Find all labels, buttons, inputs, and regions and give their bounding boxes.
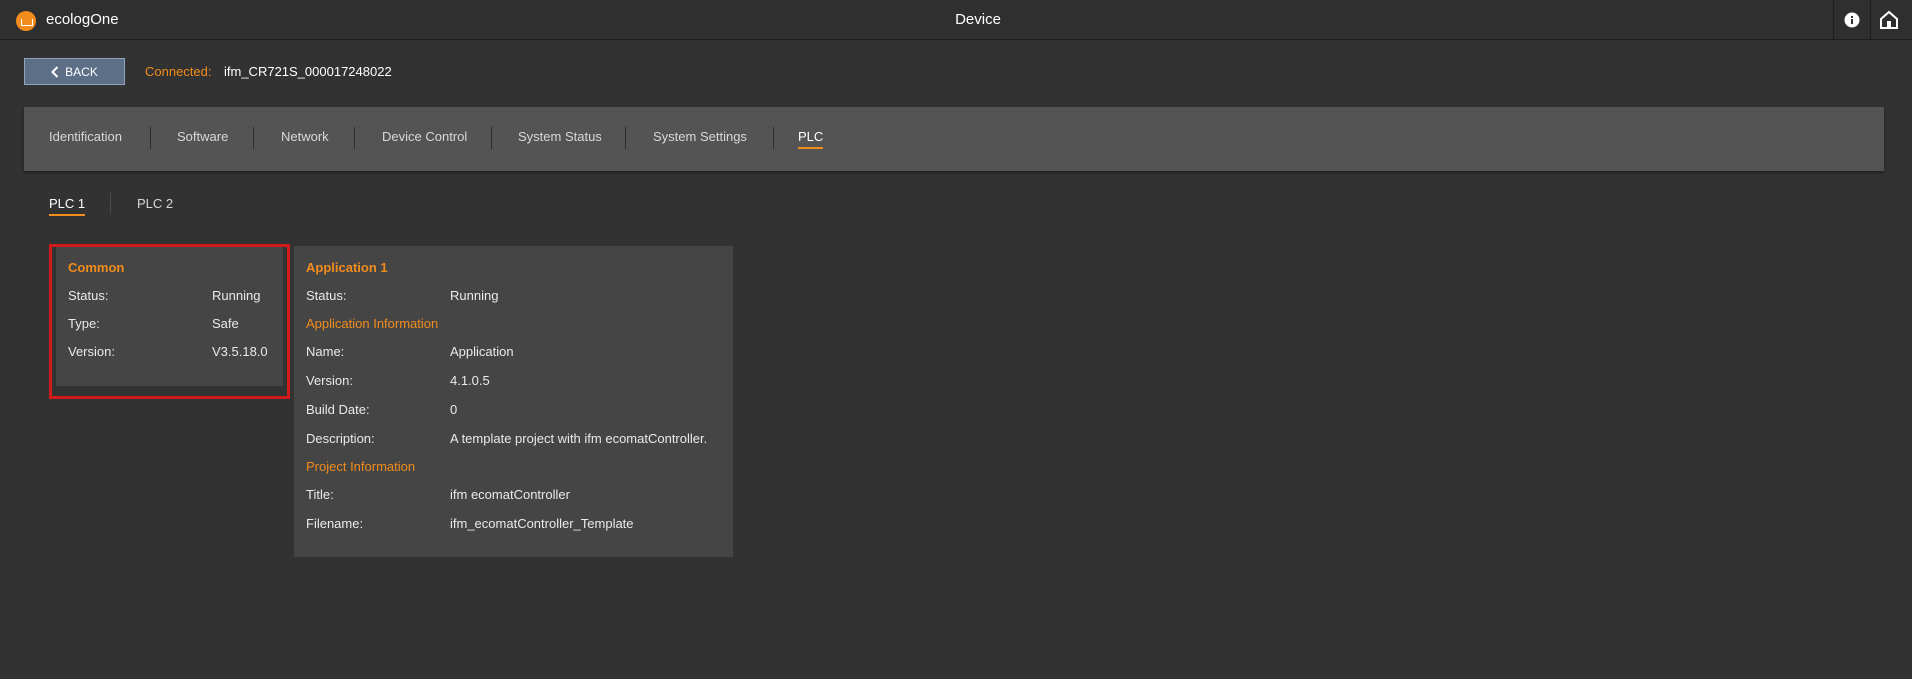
- connected-device: ifm_CR721S_000017248022: [224, 64, 392, 79]
- app-name-label: Name:: [306, 344, 345, 359]
- project-filename-value: ifm_ecomatController_Template: [450, 516, 634, 531]
- home-icon: [1879, 10, 1898, 29]
- project-title-value: ifm ecomatController: [450, 487, 570, 502]
- home-button[interactable]: [1870, 0, 1906, 40]
- tab-system-status[interactable]: System Status: [518, 129, 602, 144]
- device-tabs: Identification Software Network Device C…: [24, 107, 1884, 171]
- project-title-label: Title:: [306, 487, 334, 502]
- app-build-date-value: 0: [450, 402, 458, 417]
- app-status-value: Running: [450, 288, 499, 303]
- project-filename-label: Filename:: [306, 516, 364, 531]
- tab-divider: [150, 127, 151, 149]
- subtab-plc-2[interactable]: PLC 2: [137, 196, 173, 211]
- subtab-divider: [110, 193, 111, 213]
- app-version-value: 4.1.0.5: [450, 373, 490, 388]
- application-title: Application 1: [306, 260, 388, 275]
- subtab-plc-1[interactable]: PLC 1: [49, 196, 86, 216]
- window-title: Device: [955, 11, 1001, 28]
- highlight-box: [49, 244, 290, 399]
- back-button-label: BACK: [65, 64, 98, 79]
- title-bar: ecologOne Device: [0, 0, 1912, 40]
- tab-divider: [253, 127, 254, 149]
- tab-divider: [354, 127, 355, 149]
- application-panel: Application 1 Status: Running Applicatio…: [294, 246, 733, 557]
- tab-device-control[interactable]: Device Control: [382, 129, 467, 144]
- application-information-heading: Application Information: [306, 316, 439, 331]
- tab-network[interactable]: Network: [281, 129, 329, 144]
- app-version-label: Version:: [306, 373, 353, 388]
- tab-divider: [491, 127, 492, 149]
- tab-software[interactable]: Software: [177, 129, 228, 144]
- project-information-heading: Project Information: [306, 459, 416, 474]
- chevron-left-icon: [51, 65, 59, 78]
- tab-system-settings[interactable]: System Settings: [653, 129, 747, 144]
- tab-identification[interactable]: Identification: [49, 129, 122, 144]
- app-description-label: Description:: [306, 431, 375, 446]
- app-description-value: A template project with ifm ecomatContro…: [450, 431, 708, 446]
- app-name-value: Application: [450, 344, 514, 359]
- app-build-date-label: Build Date:: [306, 402, 370, 417]
- back-button[interactable]: BACK: [24, 58, 125, 85]
- info-icon: [1844, 12, 1859, 28]
- tab-divider: [773, 127, 774, 149]
- connection-label: Connected:: [145, 64, 212, 79]
- info-button[interactable]: [1833, 0, 1869, 40]
- tab-divider: [625, 127, 626, 149]
- app-status-label: Status:: [306, 288, 347, 303]
- tab-plc[interactable]: PLC: [798, 129, 824, 149]
